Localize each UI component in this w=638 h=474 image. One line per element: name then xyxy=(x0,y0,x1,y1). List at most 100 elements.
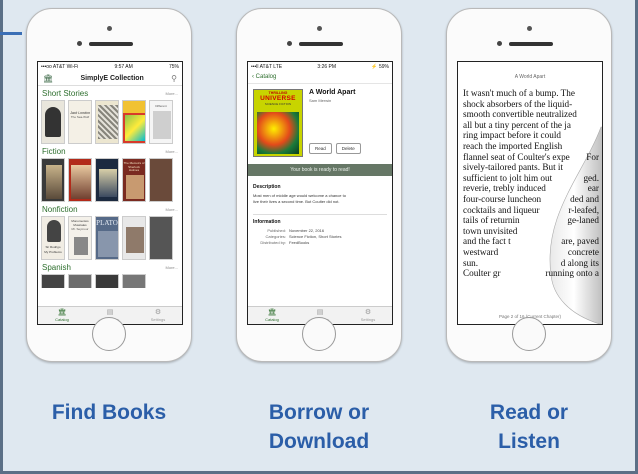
caption-find-books: Find Books xyxy=(19,398,199,427)
book-cover[interactable]: Monumentos Musicales Mr. Seymour xyxy=(68,216,92,260)
curl-line xyxy=(545,88,599,99)
cover-subtitle: SCIENCE FICTION xyxy=(264,102,292,106)
catalog-title: SimplyE Collection xyxy=(80,74,144,82)
books-icon: ▤ xyxy=(316,309,324,316)
carrier-text: •••oo AT&T Wi-Fi xyxy=(41,63,79,70)
read-button[interactable]: Read xyxy=(309,143,332,154)
nav-bar: ‹ Catalog xyxy=(248,71,392,84)
time-text: 9:57 AM xyxy=(114,63,133,70)
cover-row-fiction: The Memoirs of Sherlock Holmes xyxy=(38,158,182,202)
cover-title: UNIVERSE xyxy=(260,95,296,102)
search-icon[interactable]: ⚲ xyxy=(171,74,177,83)
curl-line xyxy=(545,99,599,110)
battery-text: ⚡ 59% xyxy=(371,63,389,70)
carrier-text: •••ll AT&T LTE xyxy=(251,63,283,70)
sensor-dot xyxy=(497,41,502,46)
description-section: Description Most men of middle age would… xyxy=(248,176,392,204)
status-bar: •••oo AT&T Wi-Fi 9:57 AM 75% xyxy=(38,62,182,71)
more-link[interactable]: More... xyxy=(166,265,178,270)
home-button[interactable] xyxy=(512,317,546,351)
book-cover[interactable] xyxy=(41,100,65,144)
back-label: Catalog xyxy=(255,74,277,80)
curl-text: For ged. ear ded and r-leafed, ge-laned are,… xyxy=(545,88,599,279)
book-cover[interactable] xyxy=(122,100,146,144)
curl-line xyxy=(545,130,599,141)
book-cover[interactable] xyxy=(41,274,65,288)
more-link[interactable]: More... xyxy=(166,91,178,96)
ready-banner: Your book is ready to read! xyxy=(248,164,392,176)
curl-line: ged. xyxy=(583,172,599,183)
info-table: Published: November 22, 2016 Categories:… xyxy=(253,228,387,246)
section-title: Spanish xyxy=(42,263,71,272)
curl-line xyxy=(545,226,599,237)
section-fiction: Fiction More... xyxy=(38,144,182,158)
more-link[interactable]: More... xyxy=(166,149,178,154)
book-cover[interactable] xyxy=(95,100,119,144)
book-cover[interactable] xyxy=(68,158,92,202)
tab-label: Settings xyxy=(360,317,376,322)
section-title: Information xyxy=(253,214,387,225)
tab-catalog[interactable]: 🏛 Catalog xyxy=(248,307,296,324)
home-button[interactable] xyxy=(92,317,126,351)
book-detail-screen: •••ll AT&T LTE 3:26 PM ⚡ 59% ‹ Catalog T… xyxy=(247,61,393,325)
caption-line-2: Listen xyxy=(498,430,560,453)
caption-line-1: Borrow or xyxy=(268,401,370,424)
book-cover[interactable]: PLATO xyxy=(95,216,119,260)
curl-line xyxy=(545,141,599,152)
back-button[interactable]: ‹ Catalog xyxy=(252,74,276,80)
catalog-header: 🏛 SimplyE Collection ⚲ xyxy=(38,71,182,86)
tab-settings[interactable]: ⚙ Settings xyxy=(344,307,392,324)
curl-line: are, paved xyxy=(561,236,599,247)
caption-read: Read or Listen xyxy=(439,398,619,456)
info-key: Distributed by: xyxy=(260,240,286,245)
camera-dot xyxy=(317,26,322,31)
cover-row-nonfiction: Sir Rodrigo My Problems Monumentos Music… xyxy=(38,216,182,260)
status-bar: •••ll AT&T LTE 3:26 PM ⚡ 59% xyxy=(248,62,392,71)
phone-catalog: •••oo AT&T Wi-Fi 9:57 AM 75% 🏛 SimplyE C… xyxy=(26,8,192,362)
book-cover[interactable] xyxy=(68,274,92,288)
sensor-dot xyxy=(287,41,292,46)
book-author: Sam Merwin xyxy=(309,98,332,103)
book-cover[interactable]: The Memoirs of Sherlock Holmes xyxy=(122,158,146,202)
action-buttons: Read Delete xyxy=(309,143,361,154)
cover-title: PLATO xyxy=(96,219,118,227)
book-cover[interactable] xyxy=(149,216,173,260)
book-cover[interactable] xyxy=(95,274,119,288)
earpiece-speaker xyxy=(299,42,343,46)
curl-line xyxy=(545,162,599,173)
tab-settings[interactable]: ⚙ Settings xyxy=(134,307,182,324)
curl-line xyxy=(545,120,599,131)
caption-borrow: Borrow or Download xyxy=(229,398,409,456)
cover-title: Monumentos Musicales xyxy=(71,219,89,227)
earpiece-speaker xyxy=(509,42,553,46)
more-link[interactable]: More... xyxy=(166,207,178,212)
book-cover[interactable]: Jack London The Sea-Wolf xyxy=(68,100,92,144)
section-spanish: Spanish More... xyxy=(38,260,182,274)
library-icon[interactable]: 🏛 xyxy=(43,74,53,83)
library-icon: 🏛 xyxy=(267,309,277,316)
cover-title: The Memoirs of Sherlock Holmes xyxy=(123,161,145,172)
delete-button[interactable]: Delete xyxy=(335,143,361,154)
curl-line: d along its xyxy=(560,257,599,268)
book-cover[interactable] xyxy=(95,158,119,202)
book-cover[interactable] xyxy=(149,158,173,202)
info-value: FeedBooks xyxy=(289,240,310,245)
info-row: Distributed by: FeedBooks xyxy=(253,240,387,246)
book-cover[interactable] xyxy=(41,158,65,202)
curl-line: running onto a xyxy=(545,268,599,279)
phone-reader: A World Apart It wasn't much of a bump. … xyxy=(446,8,612,362)
tab-catalog[interactable]: 🏛 Catalog xyxy=(38,307,86,324)
book-cover[interactable] xyxy=(122,216,146,260)
cover-subtitle: Mr. Seymour xyxy=(71,227,89,231)
reader-screen[interactable]: A World Apart It wasn't much of a bump. … xyxy=(457,61,603,325)
books-icon: ▤ xyxy=(106,309,114,316)
curl-line: For xyxy=(586,151,599,162)
home-button[interactable] xyxy=(302,317,336,351)
battery-text: 75% xyxy=(168,63,179,70)
book-cover[interactable] xyxy=(122,274,146,288)
book-cover[interactable]: Sir Rodrigo My Problems xyxy=(41,216,65,260)
book-cover[interactable]: Different xyxy=(149,100,173,144)
book-cover: THRILLING UNIVERSE SCIENCE FICTION xyxy=(253,89,303,157)
time-text: 3:26 PM xyxy=(317,63,337,70)
cover-subtitle: My Problems xyxy=(44,250,62,254)
